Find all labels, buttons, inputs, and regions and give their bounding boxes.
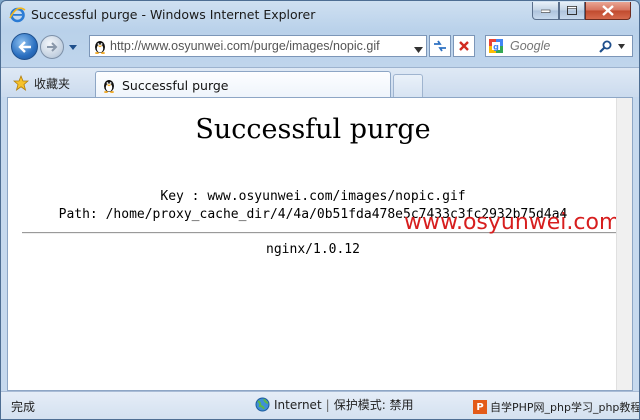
navigation-bar: g bbox=[1, 29, 639, 65]
tencent-penguin-icon bbox=[104, 79, 114, 93]
php-watermark-badge: P 自学PHP网_php学习_php教程 bbox=[473, 397, 639, 417]
refresh-icon bbox=[434, 40, 446, 52]
back-arrow-icon bbox=[17, 40, 31, 53]
title-bar: Successful purge - Windows Internet Expl… bbox=[1, 1, 639, 29]
chevron-down-icon bbox=[414, 47, 423, 53]
favorites-button[interactable]: 收藏夹 bbox=[13, 72, 70, 94]
star-icon bbox=[13, 75, 29, 91]
address-bar[interactable] bbox=[89, 35, 427, 57]
globe-icon bbox=[255, 397, 270, 412]
zone-label: Internet bbox=[274, 397, 322, 412]
vertical-scrollbar[interactable] bbox=[616, 98, 632, 390]
cache-key-text: Key : www.osyunwei.com/images/nopic.gif bbox=[160, 189, 466, 204]
maximize-icon bbox=[567, 6, 577, 15]
tab-successful-purge[interactable]: Successful purge bbox=[95, 71, 391, 98]
chevron-down-icon bbox=[617, 43, 625, 49]
tencent-penguin-icon bbox=[90, 36, 110, 56]
page-viewport: Successful purge Key : www.osyunwei.com/… bbox=[7, 97, 633, 391]
magnifier-icon bbox=[598, 40, 611, 53]
status-separator: | bbox=[325, 397, 330, 412]
back-button[interactable] bbox=[11, 33, 38, 60]
forward-arrow-icon bbox=[47, 42, 58, 52]
search-provider-dropdown[interactable] bbox=[614, 37, 628, 55]
favorites-label: 收藏夹 bbox=[34, 76, 71, 91]
search-box[interactable]: g bbox=[485, 35, 633, 57]
status-text: 完成 bbox=[11, 400, 36, 414]
address-input[interactable] bbox=[110, 39, 408, 53]
svg-text:g: g bbox=[493, 42, 499, 51]
chevron-down-icon bbox=[69, 44, 77, 50]
tab-label: Successful purge bbox=[122, 77, 229, 93]
minimize-icon bbox=[540, 9, 550, 13]
server-version-text: nginx/1.0.12 bbox=[266, 242, 360, 257]
php-logo: P bbox=[473, 400, 487, 414]
forward-button[interactable] bbox=[40, 35, 64, 59]
page-heading: Successful purge bbox=[195, 114, 431, 145]
google-icon: g bbox=[486, 36, 506, 56]
php-watermark-text: 自学PHP网_php学习_php教程 bbox=[490, 401, 639, 414]
close-button[interactable] bbox=[585, 2, 631, 20]
refresh-button[interactable] bbox=[429, 35, 451, 57]
security-zone[interactable]: Internet | 保护模式: 禁用 bbox=[255, 396, 414, 413]
search-go-button[interactable] bbox=[596, 37, 614, 55]
maximize-button[interactable] bbox=[559, 2, 585, 20]
browser-window: Successful purge - Windows Internet Expl… bbox=[0, 0, 640, 420]
window-title: Successful purge - Windows Internet Expl… bbox=[31, 7, 316, 22]
site-watermark: www.osyunwei.com bbox=[404, 210, 621, 235]
ie-icon bbox=[9, 6, 26, 23]
protected-mode-label: 保护模式: 禁用 bbox=[333, 398, 414, 412]
recent-pages-dropdown[interactable] bbox=[67, 41, 79, 53]
stop-button[interactable] bbox=[453, 35, 475, 57]
close-icon bbox=[602, 5, 614, 16]
tab-bar: 收藏夹 Successful purge bbox=[1, 67, 639, 98]
address-dropdown[interactable] bbox=[414, 42, 424, 53]
stop-icon bbox=[459, 41, 469, 51]
minimize-button[interactable] bbox=[532, 2, 559, 20]
new-tab-button[interactable] bbox=[393, 74, 423, 98]
search-input[interactable] bbox=[510, 39, 596, 53]
